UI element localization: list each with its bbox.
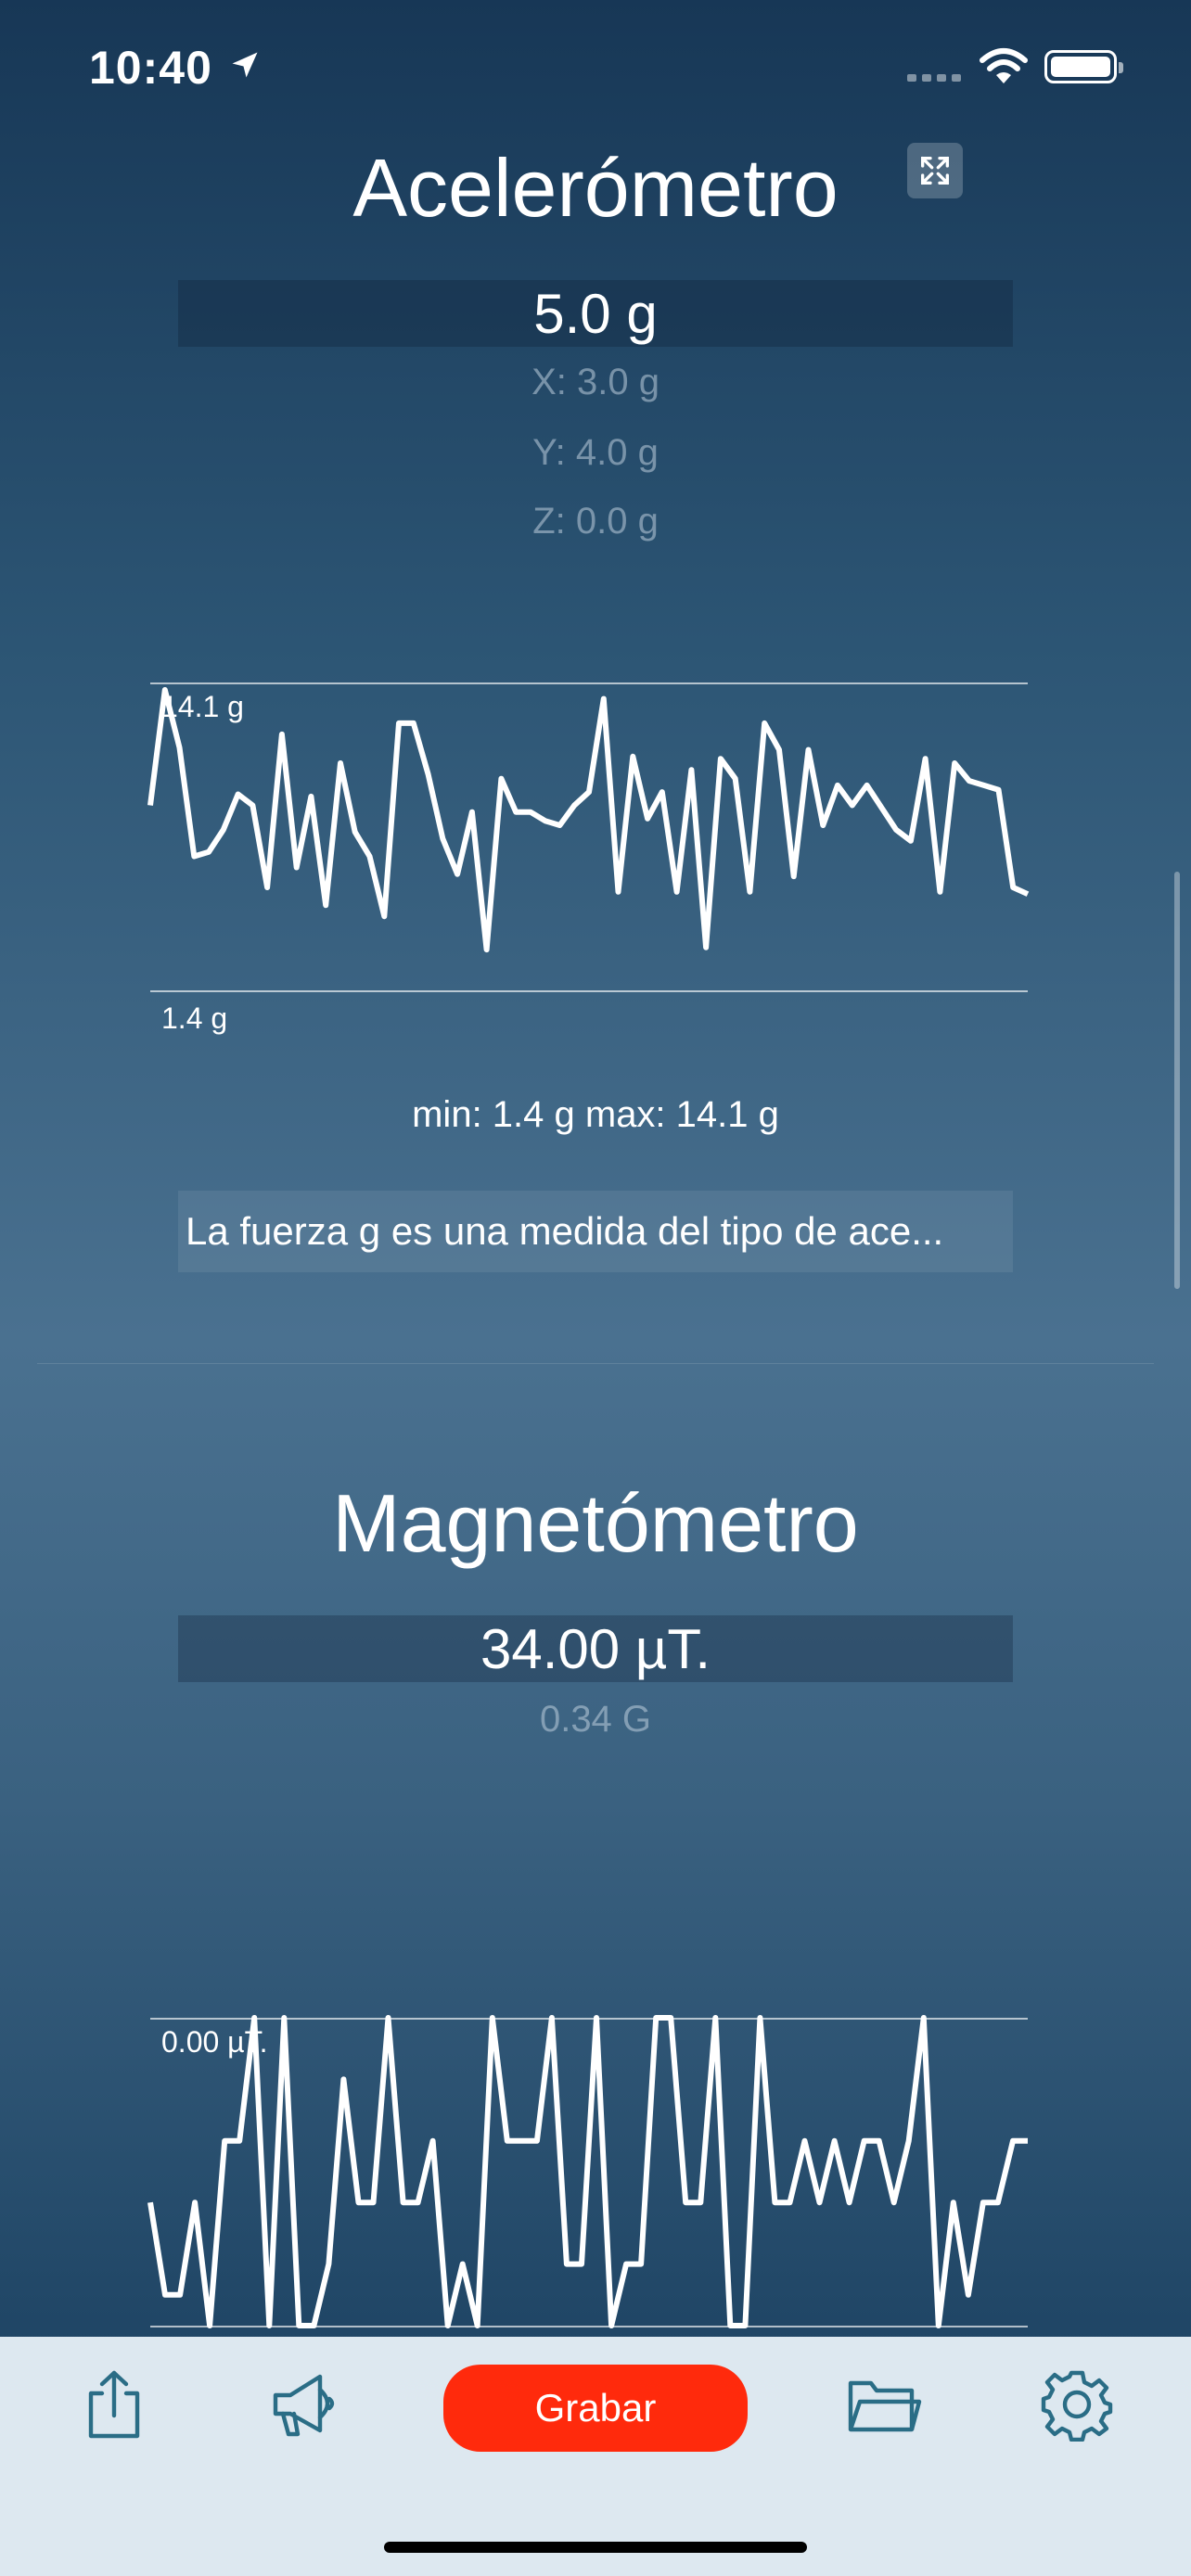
magnetometer-series-line bbox=[147, 2015, 1028, 2328]
folder-icon bbox=[848, 2380, 922, 2432]
magnetometer-title: Magnetómetro bbox=[332, 1477, 859, 1569]
section-divider bbox=[37, 1363, 1154, 1364]
megaphone-icon bbox=[273, 2374, 335, 2437]
home-indicator bbox=[384, 2542, 807, 2553]
mag-chart-top-gridline bbox=[150, 2018, 1028, 2020]
magnetometer-value: 34.00 µT. bbox=[178, 1615, 1013, 1682]
share-button[interactable] bbox=[72, 2363, 156, 2446]
accelerometer-chart bbox=[147, 687, 1030, 2328]
magnetometer-gauss: 0.34 G bbox=[539, 1699, 652, 1740]
announce-button[interactable] bbox=[265, 2363, 349, 2446]
settings-button[interactable] bbox=[1035, 2363, 1119, 2446]
accelerometer-series-line bbox=[147, 687, 1030, 953]
share-icon bbox=[88, 2370, 140, 2439]
scrollbar[interactable] bbox=[1174, 872, 1180, 1289]
gear-icon bbox=[1041, 2370, 1113, 2442]
mag-chart-top-label: 0.00 µT. bbox=[161, 2025, 268, 2059]
description-box[interactable]: La fuerza g es una medida del tipo de ac… bbox=[178, 1191, 1013, 1272]
minmax-text: min: 1.4 g max: 14.1 g bbox=[412, 1094, 779, 1135]
record-button[interactable]: Grabar bbox=[443, 2365, 748, 2452]
mag-chart-bottom-gridline bbox=[150, 2326, 1028, 2327]
folder-button[interactable] bbox=[842, 2363, 926, 2446]
